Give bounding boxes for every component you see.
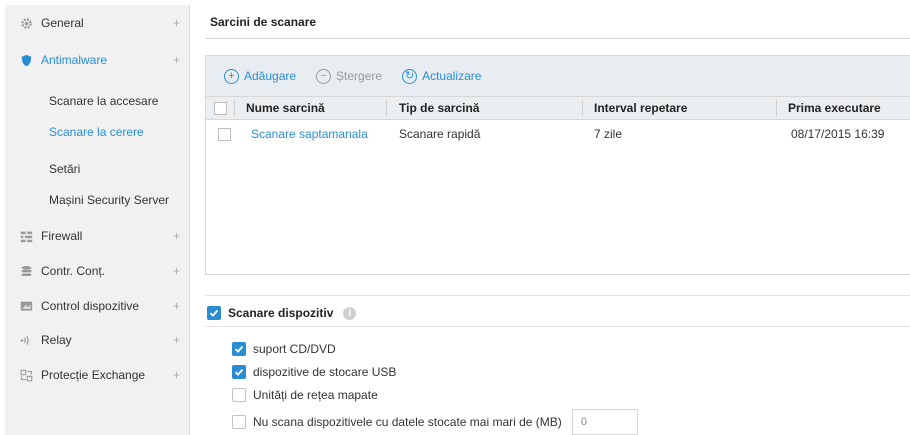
- sidebar-item-firewall[interactable]: Firewall +: [5, 221, 190, 251]
- option-usb-storage[interactable]: dispozitive de stocare USB: [232, 362, 396, 382]
- minus-icon: −: [316, 68, 332, 84]
- column-header-first-run[interactable]: Prima executare: [788, 97, 881, 119]
- size-limit-input[interactable]: [571, 409, 638, 435]
- option-label: dispozitive de stocare USB: [253, 365, 397, 379]
- sidebar-item-contr-cont[interactable]: Contr. Conț. +: [5, 256, 190, 286]
- sidebar-item-label: Scanare la accesare: [49, 94, 159, 108]
- plus-icon: +: [224, 68, 239, 84]
- cd-dvd-checkbox[interactable]: [232, 342, 246, 356]
- sidebar-item-label: Firewall: [41, 229, 83, 243]
- column-header-interval[interactable]: Interval repetare: [594, 97, 687, 119]
- table-header: Nume sarcină Tip de sarcină Interval rep…: [206, 96, 910, 120]
- sidebar-item-label: Protecție Exchange: [41, 368, 146, 382]
- expand-icon[interactable]: +: [173, 53, 180, 67]
- info-icon[interactable]: i: [343, 306, 357, 320]
- device-scan-checkbox[interactable]: [207, 306, 221, 320]
- task-name-link[interactable]: Scanare saptamanala: [251, 121, 368, 147]
- column-header-type[interactable]: Tip de sarcină: [399, 97, 479, 119]
- divider: [205, 326, 910, 327]
- device-icon: [19, 299, 33, 313]
- page-title: Sarcini de scanare: [205, 5, 910, 39]
- sidebar-item-label: Antimalware: [41, 53, 108, 67]
- option-size-limit[interactable]: Nu scana dispozitivele cu datele stocate…: [232, 408, 638, 435]
- refresh-button-label: Actualizare: [422, 69, 482, 83]
- scan-tasks-grid: + Adăugare − Ștergere ↻ Actualizare Nume…: [205, 55, 910, 275]
- sidebar-item-general[interactable]: General +: [5, 8, 190, 38]
- refresh-icon: ↻: [402, 68, 418, 84]
- sidebar-item-protectie-exchange[interactable]: Protecție Exchange +: [5, 360, 190, 390]
- refresh-button[interactable]: ↻ Actualizare: [402, 68, 482, 84]
- device-scan-label: Scanare dispozitiv: [228, 306, 334, 320]
- task-interval: 7 zile: [594, 127, 623, 141]
- sidebar-item-scanare-la-cerere[interactable]: Scanare la cerere: [5, 117, 190, 147]
- sidebar-item-label: Relay: [41, 333, 72, 347]
- table-row[interactable]: Scanare saptamanala Scanare rapidă 7 zil…: [206, 121, 910, 147]
- option-label: Nu scana dispozitivele cu datele stocate…: [253, 415, 562, 429]
- expand-icon[interactable]: +: [173, 264, 180, 278]
- divider: [205, 295, 910, 296]
- exchange-icon: [19, 368, 33, 382]
- expand-icon[interactable]: +: [173, 368, 180, 382]
- option-label: Unități de rețea mapate: [253, 388, 378, 402]
- sidebar-item-masini-security-server[interactable]: Mașini Security Server: [5, 185, 190, 215]
- sidebar-item-label: Mașini Security Server: [49, 193, 170, 207]
- add-button[interactable]: + Adăugare: [224, 68, 297, 84]
- expand-icon[interactable]: +: [173, 16, 180, 30]
- relay-icon: [19, 333, 33, 347]
- sidebar-item-scanare-la-accesare[interactable]: Scanare la accesare: [5, 86, 190, 116]
- sidebar-item-label: Scanare la cerere: [49, 125, 144, 139]
- sidebar: General + Antimalware + Scanare la acces…: [5, 5, 190, 435]
- expand-icon[interactable]: +: [173, 299, 180, 313]
- option-cd-dvd[interactable]: suport CD/DVD: [232, 339, 336, 359]
- task-type: Scanare rapidă: [399, 127, 481, 141]
- firewall-icon: [19, 229, 33, 243]
- add-button-label: Adăugare: [244, 69, 297, 83]
- toolbar: + Adăugare − Ștergere ↻ Actualizare: [206, 56, 910, 96]
- expand-icon[interactable]: +: [173, 229, 180, 243]
- delete-button-label: Ștergere: [336, 69, 383, 83]
- sidebar-item-setari[interactable]: Setări: [5, 154, 190, 184]
- sidebar-item-label: General: [41, 16, 84, 30]
- sidebar-item-control-dispozitive[interactable]: Control dispozitive +: [5, 291, 190, 321]
- sidebar-item-label: Setări: [49, 162, 81, 176]
- sidebar-item-antimalware[interactable]: Antimalware +: [5, 45, 190, 75]
- row-checkbox[interactable]: [218, 121, 231, 147]
- sidebar-item-label: Contr. Conț.: [41, 264, 106, 278]
- sidebar-item-relay[interactable]: Relay +: [5, 325, 190, 355]
- database-icon: [19, 264, 33, 278]
- device-scan-toggle[interactable]: Scanare dispozitiv i: [207, 301, 357, 325]
- size-limit-checkbox[interactable]: [232, 415, 246, 429]
- usb-storage-checkbox[interactable]: [232, 365, 246, 379]
- option-mapped-network-drives[interactable]: Unități de rețea mapate: [232, 385, 378, 405]
- option-label: suport CD/DVD: [253, 342, 336, 356]
- shield-icon: [19, 53, 33, 67]
- column-header-name[interactable]: Nume sarcină: [246, 97, 325, 119]
- mapped-drives-checkbox[interactable]: [232, 388, 246, 402]
- select-all-checkbox[interactable]: [214, 97, 227, 119]
- delete-button[interactable]: − Ștergere: [316, 68, 383, 84]
- gear-icon: [19, 16, 33, 30]
- task-first-run: 08/17/2015 16:39: [791, 127, 885, 141]
- sidebar-item-label: Control dispozitive: [41, 299, 140, 313]
- expand-icon[interactable]: +: [173, 333, 180, 347]
- main-panel: Sarcini de scanare + Adăugare − Ștergere…: [205, 5, 910, 435]
